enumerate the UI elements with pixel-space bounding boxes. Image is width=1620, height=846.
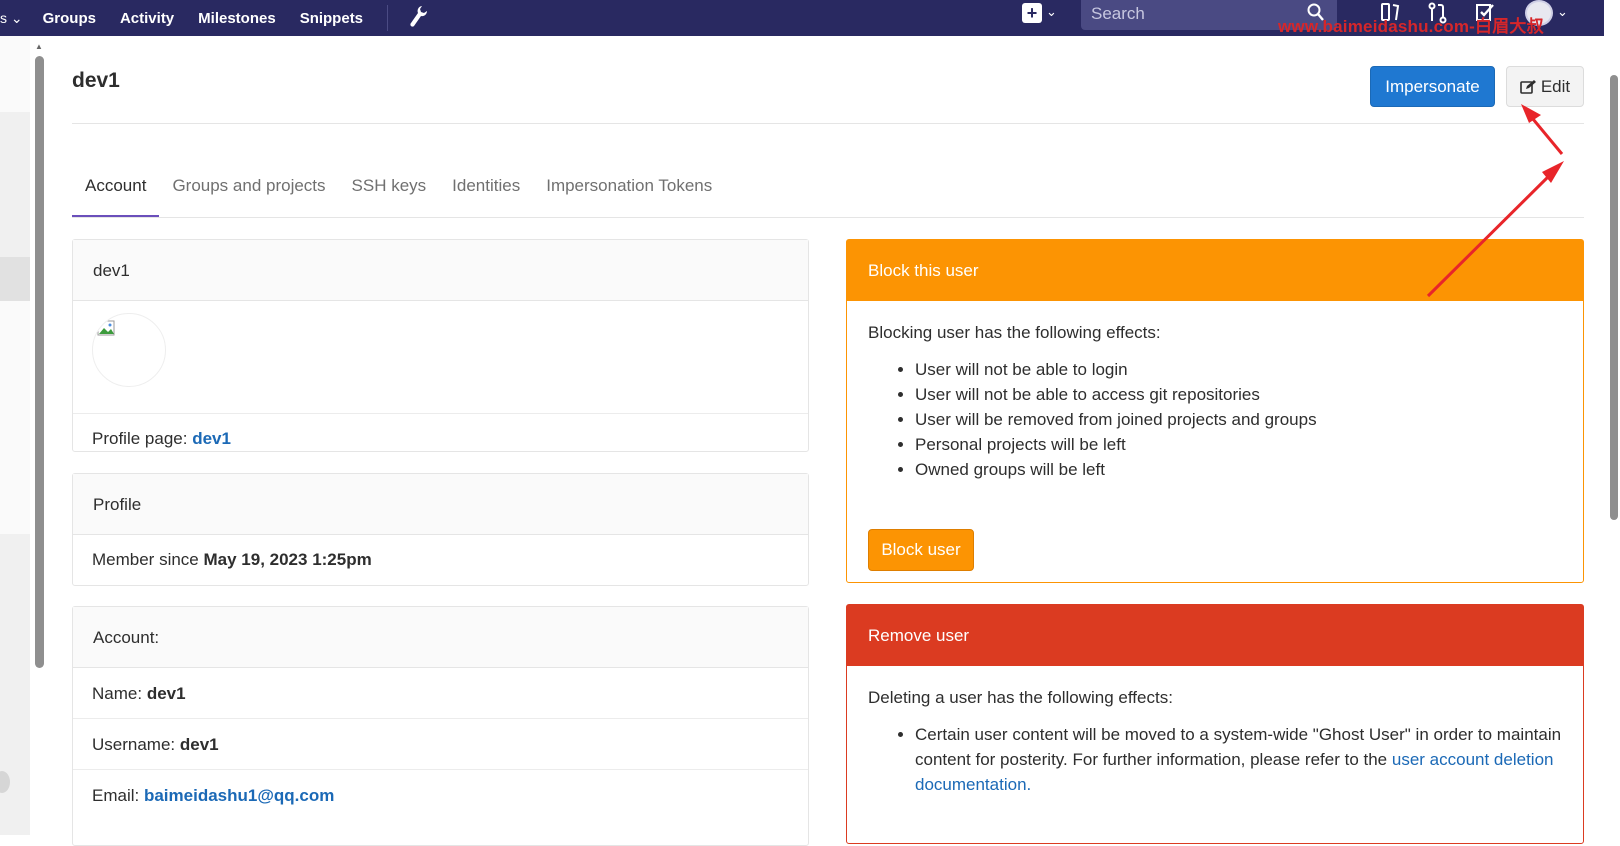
- list-item: User will be removed from joined project…: [915, 407, 1562, 432]
- list-item: Personal projects will be left: [915, 432, 1562, 457]
- name-value: dev1: [146, 684, 186, 703]
- search-input[interactable]: [1081, 0, 1291, 28]
- user-panel-header: dev1: [73, 240, 808, 301]
- watermark-text: www.baimeidashu.com-白眉大叔: [1278, 17, 1544, 36]
- remove-user-panel: Remove user Deleting a user has the foll…: [846, 604, 1584, 844]
- list-item: Certain user content will be moved to a …: [915, 722, 1562, 797]
- member-since-value: May 19, 2023 1:25pm: [203, 550, 372, 569]
- username-row: Username: dev1: [73, 719, 808, 770]
- plus-square-icon[interactable]: +: [1022, 3, 1042, 23]
- account-panel-header: Account:: [73, 607, 808, 668]
- header-divider: [72, 123, 1584, 124]
- list-item: User will not be able to access git repo…: [915, 382, 1562, 407]
- edit-button-label: Edit: [1540, 76, 1571, 96]
- sidebar: [0, 36, 30, 835]
- tab-identities[interactable]: Identities: [439, 170, 533, 217]
- sidebar-item-active[interactable]: [0, 257, 30, 301]
- account-panel: Account: Name: dev1 Username: dev1 Email…: [72, 606, 809, 846]
- nav-divider: [387, 5, 389, 31]
- broken-image-icon: [97, 320, 115, 336]
- scroll-up-arrow[interactable]: ▲: [35, 42, 43, 51]
- nav-snippets[interactable]: Snippets: [300, 10, 363, 27]
- username-value: dev1: [179, 735, 219, 754]
- nav-milestones[interactable]: Milestones: [198, 10, 276, 27]
- sidebar-block: [0, 301, 30, 534]
- chevron-down-icon[interactable]: ⌄: [1557, 4, 1568, 20]
- avatar-row: [73, 313, 808, 414]
- profile-panel: Profile Member since May 19, 2023 1:25pm: [72, 473, 809, 586]
- block-panel-header: Block this user: [847, 240, 1583, 301]
- profile-panel-header: Profile: [73, 474, 808, 535]
- profile-page-label: Profile page:: [92, 429, 188, 448]
- page-scrollbar[interactable]: [1610, 75, 1618, 520]
- tab-groups-and-projects[interactable]: Groups and projects: [159, 170, 338, 217]
- annotation-arrow: [1526, 112, 1564, 155]
- member-since-row: Member since May 19, 2023 1:25pm: [73, 535, 808, 585]
- block-panel-body: Blocking user has the following effects:…: [847, 301, 1583, 482]
- name-row: Name: dev1: [73, 668, 808, 719]
- remove-panel-header: Remove user: [847, 605, 1583, 666]
- avatar: [92, 313, 166, 387]
- remove-panel-body: Deleting a user has the following effect…: [847, 666, 1583, 797]
- name-label: Name:: [92, 684, 143, 703]
- page-title: dev1: [72, 69, 120, 92]
- sidebar-scrollbar[interactable]: [35, 56, 44, 668]
- block-intro: Blocking user has the following effects:: [868, 323, 1161, 342]
- block-effects-list: User will not be able to login User will…: [915, 357, 1562, 482]
- list-item: User will not be able to login: [915, 357, 1562, 382]
- tab-impersonation-tokens[interactable]: Impersonation Tokens: [533, 170, 725, 217]
- username-label: Username:: [92, 735, 176, 754]
- user-tabs: Account Groups and projects SSH keys Ide…: [72, 170, 725, 217]
- nav-groups[interactable]: Groups: [43, 10, 96, 27]
- tab-account[interactable]: Account: [72, 170, 160, 217]
- wrench-icon[interactable]: [408, 5, 428, 32]
- tab-ssh-keys[interactable]: SSH keys: [339, 170, 440, 217]
- email-row: Email: baimeidashu1@qq.com: [73, 770, 808, 821]
- email-label: Email:: [92, 786, 140, 805]
- edit-button[interactable]: Edit: [1506, 66, 1584, 107]
- member-since-label: Member since: [92, 550, 199, 569]
- chevron-down-icon[interactable]: s ⌄: [0, 10, 23, 27]
- edit-icon: [1520, 79, 1536, 94]
- tabs-divider: [72, 217, 1584, 218]
- impersonate-button[interactable]: Impersonate: [1370, 66, 1495, 107]
- email-link[interactable]: baimeidashu1@qq.com: [144, 786, 334, 805]
- nav-activity[interactable]: Activity: [120, 10, 174, 27]
- remove-intro: Deleting a user has the following effect…: [868, 688, 1173, 707]
- remove-effects-list: Certain user content will be moved to a …: [915, 722, 1562, 797]
- block-user-button[interactable]: Block user: [868, 529, 974, 571]
- arrowhead: [1542, 161, 1564, 183]
- list-item: Owned groups will be left: [915, 457, 1562, 482]
- block-user-panel: Block this user Blocking user has the fo…: [846, 239, 1584, 583]
- chevron-down-icon[interactable]: ⌄: [1046, 4, 1057, 20]
- sidebar-block: [0, 36, 30, 112]
- profile-page-row: Profile page: dev1: [73, 414, 808, 463]
- profile-page-link[interactable]: dev1: [192, 429, 231, 448]
- user-panel: dev1 Profile page: dev1: [72, 239, 809, 452]
